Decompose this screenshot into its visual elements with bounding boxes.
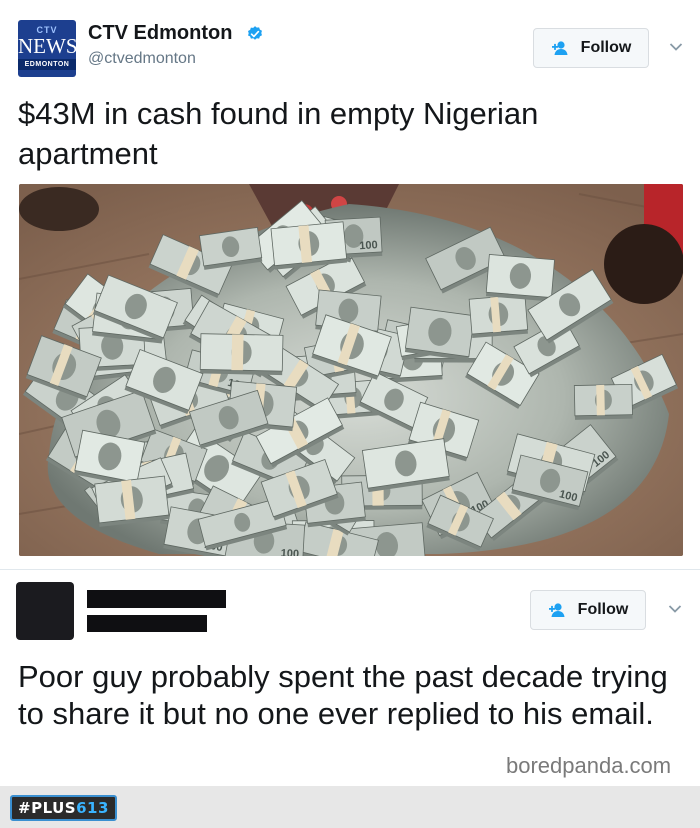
- bill-denomination-label: 100: [280, 547, 299, 556]
- follow-button[interactable]: Follow: [533, 28, 649, 68]
- cash-bundle: [468, 294, 529, 339]
- avatar-news-text: NEWS: [18, 34, 76, 58]
- cash-bundle: [485, 254, 555, 302]
- logo-number: 613: [76, 799, 109, 817]
- redacted-avatar[interactable]: [16, 582, 74, 640]
- footer-bar: #PLUS613: [0, 786, 700, 828]
- cash-pile-illustration: 100100100100100100100100100100: [19, 184, 683, 556]
- tweet-photo-cash-pile[interactable]: 100100100100100100100100100100: [19, 184, 683, 556]
- add-user-icon: [548, 603, 565, 617]
- display-name[interactable]: CTV Edmonton: [88, 22, 232, 45]
- cash-bundle: [199, 333, 284, 376]
- plus613-logo[interactable]: #PLUS613: [10, 795, 117, 821]
- chevron-down-icon[interactable]: [669, 42, 683, 52]
- redacted-display-name: [87, 590, 226, 608]
- follow-button-reply[interactable]: Follow: [530, 590, 646, 630]
- cash-bundle: [404, 306, 475, 361]
- tweet-ctv-edmonton: CTV NEWS EDMONTON CTV Edmonton @ctvedmon…: [0, 0, 700, 570]
- add-user-icon: [551, 41, 568, 55]
- follow-button-label: Follow: [580, 39, 632, 56]
- follow-button-label: Follow: [577, 601, 629, 618]
- cash-bundle: [270, 221, 348, 270]
- logo-hash: #: [18, 799, 32, 817]
- logo-text: PLUS: [31, 799, 77, 817]
- cash-bundle: [94, 475, 170, 527]
- ctv-news-avatar[interactable]: CTV NEWS EDMONTON: [18, 20, 76, 77]
- avatar-edmonton-text: EDMONTON: [18, 59, 76, 70]
- cash-bundle: [573, 383, 633, 420]
- verified-badge-icon: [248, 26, 262, 40]
- chevron-down-icon[interactable]: [668, 604, 682, 614]
- redacted-handle: [87, 615, 207, 632]
- reply-text: Poor guy probably spent the past decade …: [18, 659, 668, 731]
- tweet-text: $43M in cash found in empty Nigerian apa…: [18, 96, 539, 171]
- boredpanda-watermark: boredpanda.com: [506, 753, 672, 778]
- bill-denomination-label: 100: [359, 239, 378, 252]
- handle[interactable]: @ctvedmonton: [88, 50, 196, 68]
